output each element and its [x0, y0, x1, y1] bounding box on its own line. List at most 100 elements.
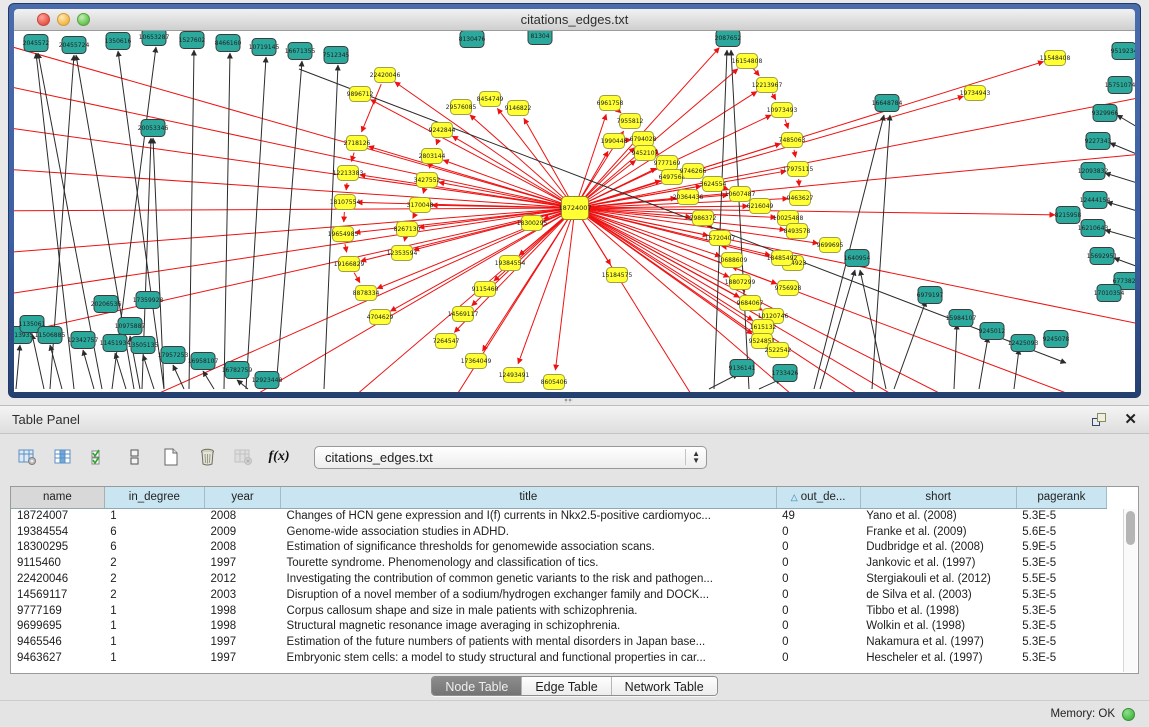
table-cell[interactable]: Changes of HCN gene expression and I(f) … [281, 508, 777, 524]
table-cell[interactable]: 5.5E-5 [1016, 571, 1106, 587]
column-header-name[interactable]: name [11, 487, 104, 508]
select-columns-button[interactable] [84, 444, 114, 470]
graph-node[interactable]: 19734943 [960, 86, 991, 101]
graph-node[interactable]: 8454749 [477, 92, 504, 107]
table-cell[interactable]: 1 [104, 650, 204, 666]
graph-node[interactable]: 17957253 [158, 347, 189, 364]
table-selector-dropdown[interactable]: citations_edges.txt ▲▼ [314, 446, 707, 469]
graph-node[interactable]: 9245078 [1043, 331, 1070, 348]
graph-node[interactable]: 7955812 [617, 114, 644, 129]
graph-node[interactable]: 6979197 [917, 287, 944, 304]
graph-node[interactable]: 6961758 [597, 96, 624, 111]
graph-node[interactable]: 8605406 [541, 375, 568, 390]
graph-node[interactable]: 9245012 [979, 323, 1006, 340]
graph-node[interactable]: 18724007 [558, 197, 591, 220]
table-cell[interactable]: 2 [104, 587, 204, 603]
table-row[interactable]: 1456911722003Disruption of a novel membe… [11, 587, 1107, 603]
graph-node[interactable]: 9329966 [1092, 105, 1119, 122]
table-cell[interactable]: 5.3E-5 [1016, 650, 1106, 666]
column-header-short[interactable]: short [860, 487, 1016, 508]
table-cell[interactable]: Corpus callosum shape and size in male p… [281, 603, 777, 619]
graph-node[interactable]: 29576085 [446, 100, 477, 115]
graph-node[interactable]: 1733426 [772, 365, 799, 382]
graph-node[interactable]: 15184575 [602, 268, 633, 283]
graph-node[interactable]: 22420046 [370, 68, 401, 83]
tab-node-table[interactable]: Node Table [432, 677, 522, 695]
table-cell[interactable]: 1 [104, 508, 204, 524]
table-cell[interactable]: 0 [776, 540, 860, 556]
table-cell[interactable]: Tibbo et al. (1998) [860, 603, 1016, 619]
graph-node[interactable]: 9146822 [505, 101, 532, 116]
table-cell[interactable]: 5.3E-5 [1016, 555, 1106, 571]
memory-status-icon[interactable] [1122, 708, 1135, 721]
citation-network-graph[interactable]: 2045572204557241350616106532871527602846… [14, 31, 1135, 392]
graph-node[interactable]: 17359928 [133, 292, 164, 309]
table-cell[interactable]: 1997 [205, 634, 281, 650]
table-cell[interactable]: 2 [104, 555, 204, 571]
graph-node[interactable]: 10973493 [767, 103, 798, 118]
graph-node[interactable]: 11451934 [100, 335, 131, 352]
graph-node[interactable]: 9242844 [429, 123, 456, 138]
table-cell[interactable]: 0 [776, 634, 860, 650]
table-cell[interactable]: 18724007 [11, 508, 104, 524]
graph-node[interactable]: 3427552 [414, 173, 441, 188]
table-cell[interactable]: 5.3E-5 [1016, 508, 1106, 524]
graph-node[interactable]: 8466160 [215, 35, 242, 52]
graph-node[interactable]: 7264547 [433, 334, 460, 349]
table-cell[interactable]: Nakamura et al. (1997) [860, 634, 1016, 650]
table-cell[interactable]: Estimation of the future numbers of pati… [281, 634, 777, 650]
graph-node[interactable]: 9115460 [472, 282, 499, 297]
graph-node[interactable]: 3170048 [407, 198, 434, 213]
graph-node[interactable]: 12425093 [1008, 335, 1039, 352]
graph-node[interactable]: 12923448 [252, 372, 283, 389]
graph-node[interactable]: 17010354 [1094, 285, 1125, 302]
graph-node[interactable]: 12213967 [752, 78, 783, 93]
function-builder-button[interactable]: f(x) [264, 444, 294, 470]
network-canvas[interactable]: 2045572204557241350616106532871527602846… [14, 31, 1135, 392]
column-header-out_de[interactable]: △out_de... [776, 487, 860, 508]
table-row[interactable]: 977716911998Corpus callosum shape and si… [11, 603, 1107, 619]
table-cell[interactable]: 2003 [205, 587, 281, 603]
graph-node[interactable]: 9684067 [737, 296, 764, 311]
graph-node[interactable]: 10975887 [115, 318, 146, 335]
graph-node[interactable]: 15692951 [1087, 248, 1118, 265]
table-cell[interactable]: Stergiakouli et al. (2012) [860, 571, 1016, 587]
create-table-button[interactable] [156, 444, 186, 470]
graph-node[interactable]: 6216049 [747, 199, 774, 214]
table-cell[interactable]: Yano et al. (2008) [860, 508, 1016, 524]
table-row[interactable]: 1830029562008Estimation of significance … [11, 540, 1107, 556]
graph-node[interactable]: 7986372 [690, 211, 717, 226]
graph-node[interactable]: 19654985 [328, 227, 359, 242]
graph-node[interactable]: 20053346 [138, 120, 169, 137]
graph-node[interactable]: 1615132 [750, 320, 777, 335]
table-cell[interactable]: Hescheler et al. (1997) [860, 650, 1016, 666]
row-height-button[interactable] [120, 444, 150, 470]
column-header-title[interactable]: title [281, 487, 777, 508]
graph-node[interactable]: 11548408 [1040, 51, 1071, 66]
table-cell[interactable]: 9115460 [11, 555, 104, 571]
table-cell[interactable]: 6 [104, 524, 204, 540]
graph-node[interactable]: 9227343 [1085, 133, 1112, 150]
graph-node[interactable]: 18807299 [725, 275, 756, 290]
graph-node[interactable]: 9463627 [787, 191, 814, 206]
column-visibility-button[interactable] [48, 444, 78, 470]
table-cell[interactable]: 22420046 [11, 571, 104, 587]
table-cell[interactable]: Jankovic et al. (1997) [860, 555, 1016, 571]
table-row[interactable]: 946362711997Embryonic stem cells: a mode… [11, 650, 1107, 666]
table-cell[interactable]: 6 [104, 540, 204, 556]
graph-node[interactable]: 9746266 [680, 164, 707, 179]
graph-node[interactable]: 9756928 [775, 281, 802, 296]
graph-node[interactable]: 8878334 [353, 286, 380, 301]
table-cell[interactable]: Embryonic stem cells: a model to study s… [281, 650, 777, 666]
delete-entry-button[interactable] [192, 444, 222, 470]
graph-node[interactable]: 20206536 [91, 296, 122, 313]
table-cell[interactable]: 0 [776, 571, 860, 587]
graph-node[interactable]: 2803144 [419, 149, 446, 164]
graph-node[interactable]: 16782759 [222, 362, 253, 379]
table-cell[interactable]: Disruption of a novel member of a sodium… [281, 587, 777, 603]
graph-node[interactable]: 12493491 [499, 368, 530, 383]
graph-node[interactable]: 8493578 [784, 224, 811, 239]
table-row[interactable]: 1872400712008Changes of HCN gene express… [11, 508, 1107, 524]
table-settings-button[interactable] [12, 444, 42, 470]
table-cell[interactable]: 0 [776, 587, 860, 603]
